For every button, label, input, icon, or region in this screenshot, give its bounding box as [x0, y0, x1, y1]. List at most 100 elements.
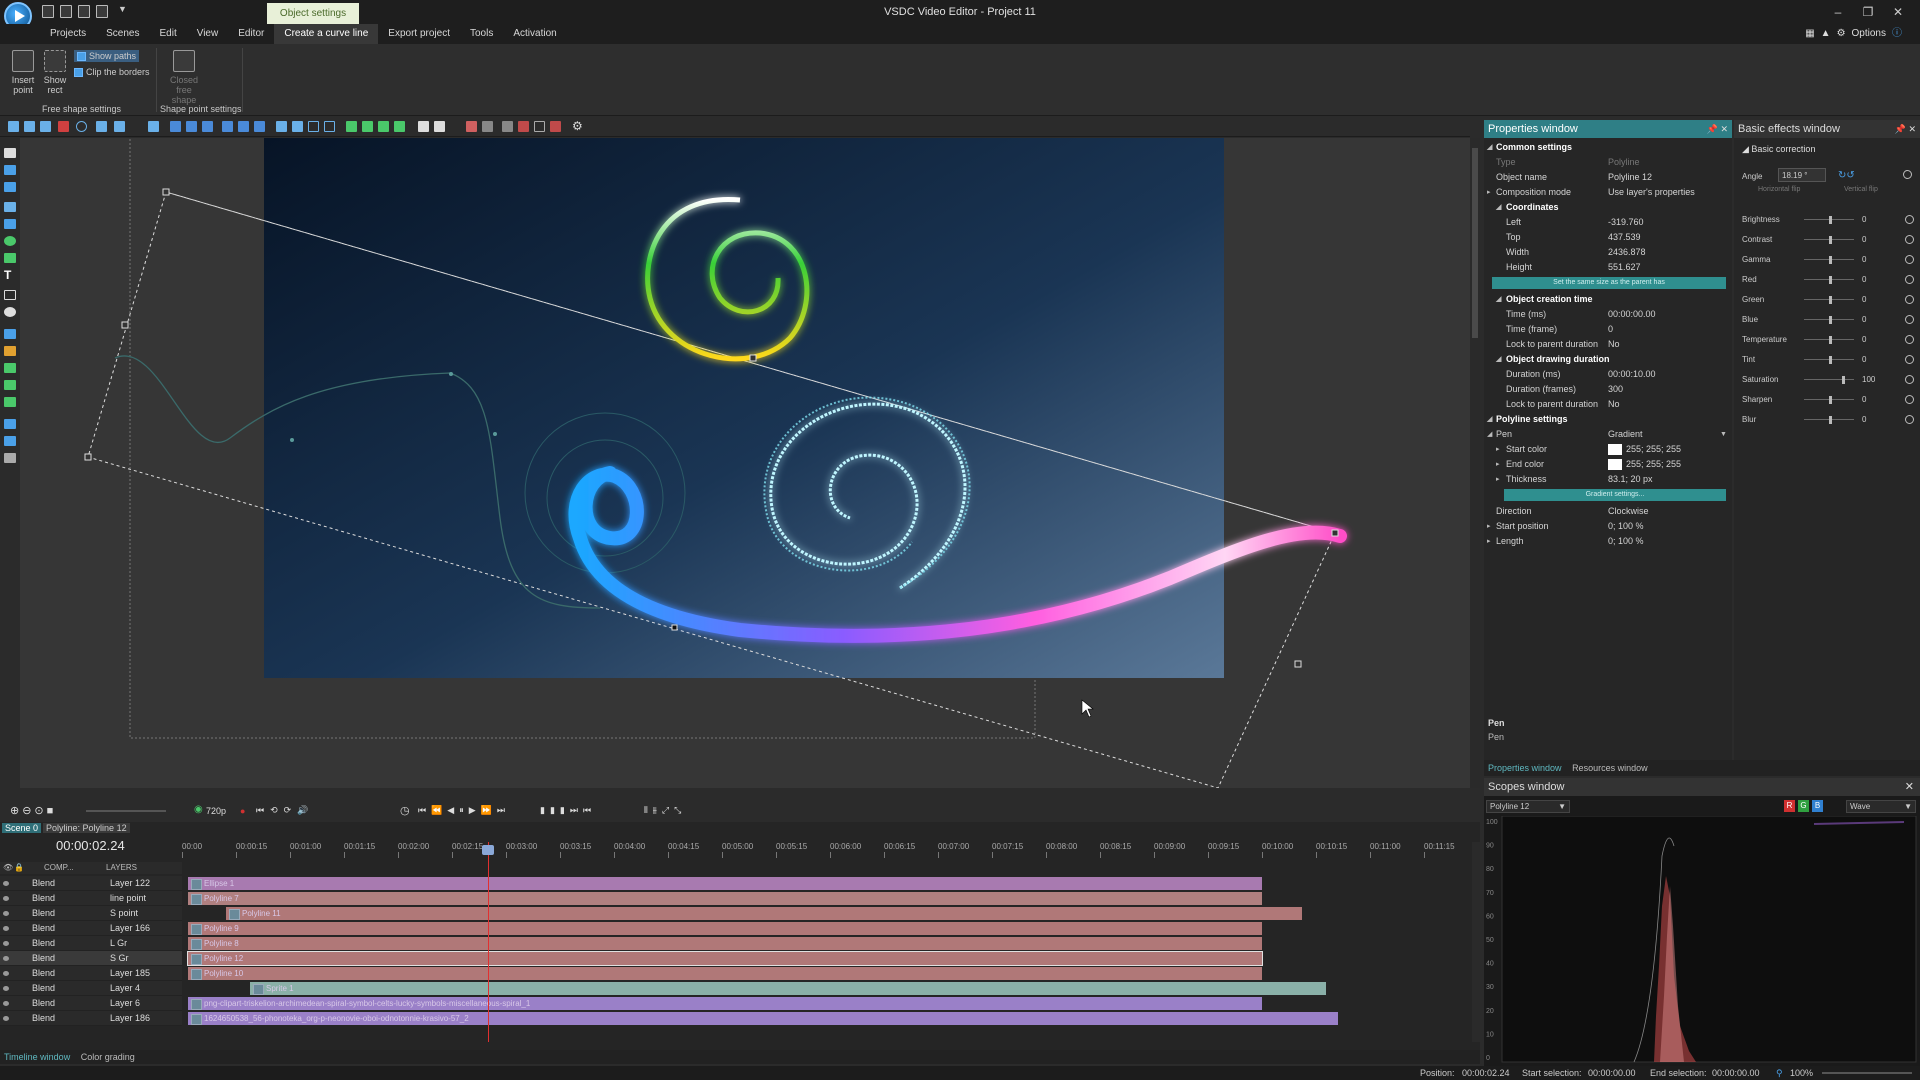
effect-slider-knob[interactable] — [1829, 256, 1832, 264]
blend-mode[interactable]: Blend — [32, 906, 55, 921]
blend-mode[interactable]: Blend — [32, 891, 55, 906]
control-handle[interactable] — [121, 321, 129, 329]
blue-channel-button[interactable]: B — [1812, 800, 1823, 812]
control-handle[interactable] — [162, 188, 170, 196]
effect-value[interactable]: 100 — [1862, 372, 1875, 388]
prop-width[interactable]: Width 2436.878 — [1484, 245, 1732, 260]
zoom-slider[interactable] — [86, 810, 166, 812]
control-handle[interactable] — [1294, 660, 1302, 668]
tab-color-grading[interactable]: Color grading — [77, 1052, 139, 1062]
reset-icon[interactable] — [1905, 275, 1914, 284]
clip-borders-toggle[interactable]: Clip the borders — [74, 67, 150, 77]
effect-slider[interactable] — [1804, 379, 1854, 380]
eye-icon[interactable] — [3, 1016, 9, 1021]
blend-mode[interactable]: Blend — [32, 981, 55, 996]
effect-slider-knob[interactable] — [1829, 276, 1832, 284]
eye-icon[interactable] — [3, 896, 9, 901]
delete-icon[interactable] — [58, 121, 69, 132]
layer-row[interactable]: Blend Layer 185 — [0, 966, 182, 981]
effect-row-red[interactable]: Red 0 — [1742, 272, 1914, 288]
layout-icon[interactable]: ▦ — [1805, 26, 1814, 42]
timeline-clip[interactable]: Polyline 9 — [188, 922, 1262, 935]
section-drawing-duration[interactable]: ◢ Object drawing duration — [1484, 352, 1732, 367]
close-icon[interactable]: ✕ — [1886, 3, 1910, 21]
prop-direction[interactable]: Direction Clockwise — [1484, 504, 1732, 519]
layer-name[interactable]: Layer 166 — [110, 921, 150, 936]
marker-buttons[interactable]: ▮▮▮⏭⏮ — [540, 805, 596, 816]
split-buttons[interactable]: ⫴⫵⤢⤡ — [644, 805, 686, 816]
prop-pen[interactable]: ◢ Pen Gradient ▼ — [1484, 427, 1732, 442]
layer-name[interactable]: Layer 6 — [110, 996, 140, 1011]
insert-point-button[interactable]: Insert point — [6, 50, 40, 95]
histogram-icon[interactable] — [4, 419, 16, 429]
timeline-ruler[interactable]: 00:00 00:00:15 00:01:00 00:01:15 00:02:00 00:… — [182, 842, 1464, 862]
effect-row-sharpen[interactable]: Sharpen 0 — [1742, 392, 1914, 408]
eye-icon[interactable] — [3, 971, 9, 976]
eye-icon[interactable] — [3, 881, 9, 886]
zoom-icon[interactable]: ⚲ — [1776, 1066, 1783, 1080]
effect-row-brightness[interactable]: Brightness 0 — [1742, 212, 1914, 228]
timeline-clip[interactable]: Polyline 8 — [188, 937, 1262, 950]
reset-icon[interactable] — [1905, 375, 1914, 384]
grid-icon[interactable] — [148, 121, 159, 132]
zoom-slider[interactable] — [1822, 1072, 1912, 1074]
playback-tools-icons[interactable]: ⏮⟲⟳🔊 — [256, 805, 314, 816]
canvas-vertical-scrollbar[interactable] — [1470, 138, 1480, 788]
menu-scenes[interactable]: Scenes — [96, 24, 149, 44]
basic-correction-section[interactable]: ◢ Basic correction — [1742, 144, 1815, 155]
marker-icon[interactable] — [550, 121, 561, 132]
settings-gear-icon[interactable]: ⚙ — [572, 119, 583, 133]
same-height-icon[interactable] — [292, 121, 303, 132]
quality-icon[interactable]: ◉ — [194, 804, 203, 815]
video-icon[interactable] — [4, 165, 16, 175]
menu-tools[interactable]: Tools — [460, 24, 503, 44]
crop-icon[interactable] — [466, 121, 477, 132]
cut-icon[interactable] — [8, 121, 19, 132]
help-icon[interactable]: ⓘ — [1892, 26, 1902, 42]
path-node[interactable] — [290, 438, 294, 442]
show-rect-button[interactable]: Show rect — [38, 50, 72, 95]
align-center-icon[interactable] — [186, 121, 197, 132]
menu-edit[interactable]: Edit — [149, 24, 186, 44]
path-node[interactable] — [449, 372, 453, 376]
section-coordinates[interactable]: ◢ Coordinates — [1484, 200, 1732, 215]
fit-icon[interactable] — [324, 121, 335, 132]
layer-row[interactable]: Blend Layer 122 — [0, 876, 182, 891]
effect-row-blur[interactable]: Blur 0 — [1742, 412, 1914, 428]
align-left-icon[interactable] — [170, 121, 181, 132]
speech-bubble-icon[interactable] — [4, 307, 16, 317]
layer-row[interactable]: Blend Layer 186 — [0, 1011, 182, 1026]
timeline-clip[interactable]: Ellipse 1 — [188, 877, 1262, 890]
red-channel-button[interactable]: R — [1784, 800, 1795, 812]
effect-slider-knob[interactable] — [1829, 356, 1832, 364]
circle-select-icon[interactable] — [76, 121, 87, 132]
layer-row[interactable]: Blend Layer 166 — [0, 921, 182, 936]
eye-icon[interactable] — [3, 956, 9, 961]
show-paths-toggle[interactable]: Show paths — [74, 50, 140, 62]
scope-object-select[interactable]: Polyline 12 ▼ — [1486, 800, 1570, 813]
start-color-swatch[interactable] — [1608, 444, 1622, 455]
effect-value[interactable]: 0 — [1862, 332, 1866, 348]
timeline-clip[interactable]: png-clipart-triskelion-archimedean-spira… — [188, 997, 1262, 1010]
shape-combine-icon[interactable] — [434, 121, 445, 132]
undo-icon[interactable] — [96, 121, 107, 132]
layers-tool-icon[interactable] — [4, 436, 16, 446]
zoom-controls-icons[interactable]: ⊕⊖⊙■ — [10, 804, 56, 817]
reset-icon[interactable] — [1905, 355, 1914, 364]
paste-icon[interactable] — [40, 121, 51, 132]
effect-value[interactable]: 0 — [1862, 352, 1866, 368]
menu-export-project[interactable]: Export project — [378, 24, 460, 44]
animation-icon[interactable] — [4, 346, 16, 356]
effect-value[interactable]: 0 — [1862, 212, 1866, 228]
layer-name[interactable]: line point — [110, 891, 146, 906]
scope-mode-select[interactable]: Wave ▼ — [1846, 800, 1916, 813]
record-icon[interactable]: ● — [240, 806, 245, 816]
closed-free-shape-button[interactable]: Closed free shape — [164, 50, 204, 105]
eye-icon[interactable] — [3, 986, 9, 991]
red-grid-icon[interactable] — [518, 121, 529, 132]
layer-name[interactable]: S point — [110, 906, 138, 921]
reset-angle-icon[interactable] — [1903, 170, 1912, 179]
collapse-ribbon-icon[interactable]: ▲ — [1821, 26, 1831, 42]
eye-icon[interactable] — [3, 911, 9, 916]
prop-end-color[interactable]: ▸ End color 255; 255; 255 — [1484, 457, 1732, 472]
